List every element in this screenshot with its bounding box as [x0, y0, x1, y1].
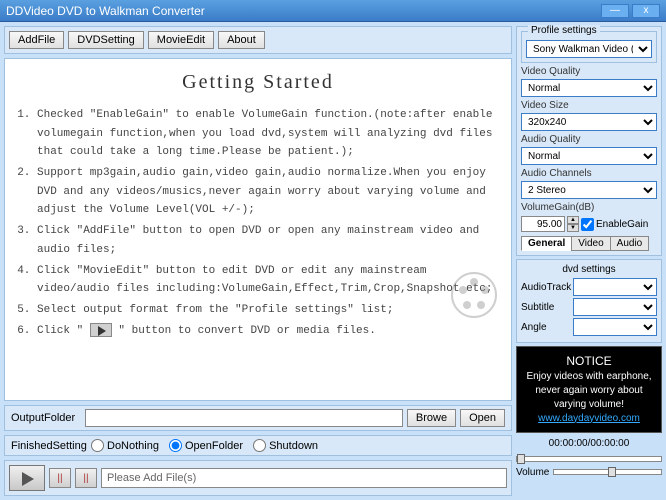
notice-url[interactable]: www.daydayvideo.com: [521, 412, 657, 426]
play-icon: [90, 323, 112, 337]
profile-legend: Profile settings: [528, 25, 600, 36]
status-text: Please Add File(s): [101, 468, 507, 488]
film-reel-icon: [449, 270, 499, 320]
output-folder-row: OutputFolder Browe Open: [4, 405, 512, 431]
content-heading: Getting Started: [19, 71, 497, 94]
open-button[interactable]: Open: [460, 409, 505, 427]
tab-audio[interactable]: Audio: [610, 236, 650, 251]
time-display: 00:00:00/00:00:00: [516, 436, 662, 451]
notice-box: NOTICE Enjoy videos with earphone, never…: [516, 346, 662, 433]
dvd-settings-panel: dvd settings AudioTrack Subtitle Angle: [516, 259, 662, 343]
audio-quality-select[interactable]: Normal: [521, 147, 657, 165]
openfolder-radio[interactable]: [169, 439, 182, 452]
audiotrack-label: AudioTrack: [521, 282, 573, 293]
minimize-button[interactable]: —: [601, 4, 629, 18]
addfile-button[interactable]: AddFile: [9, 31, 64, 49]
titlebar: DDVideo DVD to Walkman Converter — x: [0, 0, 666, 22]
seek-slider[interactable]: [516, 456, 662, 462]
audio-channels-select[interactable]: 2 Stereo: [521, 181, 657, 199]
subtitle-label: Subtitle: [521, 302, 573, 313]
profile-select[interactable]: Sony Walkman Video (*.mp4): [526, 40, 652, 58]
volume-slider[interactable]: [553, 469, 662, 475]
window-title: DDVideo DVD to Walkman Converter: [6, 4, 598, 18]
step-item: Click "AddFile" button to open DVD or op…: [37, 222, 497, 259]
video-size-label: Video Size: [521, 100, 657, 111]
audiotrack-select[interactable]: [573, 278, 657, 296]
stop-button[interactable]: ||: [75, 468, 97, 488]
profile-settings-panel: Profile settings Sony Walkman Video (*.m…: [516, 26, 662, 256]
audio-quality-label: Audio Quality: [521, 134, 657, 145]
browse-button[interactable]: Browe: [407, 409, 456, 427]
step-item: Click " " button to convert DVD or media…: [37, 322, 497, 341]
step-item: Support mp3gain,audio gain,video gain,au…: [37, 164, 497, 220]
volume-gain-input[interactable]: [521, 216, 565, 232]
dvd-settings-legend: dvd settings: [521, 264, 657, 275]
step-item: Checked "EnableGain" to enable VolumeGai…: [37, 106, 497, 162]
close-button[interactable]: x: [632, 4, 660, 18]
main-toolbar: AddFile DVDSetting MovieEdit About: [4, 26, 512, 54]
audio-channels-label: Audio Channels: [521, 168, 657, 179]
volume-label: Volume: [516, 467, 549, 478]
video-quality-select[interactable]: Normal: [521, 79, 657, 97]
movieedit-button[interactable]: MovieEdit: [148, 31, 214, 49]
finished-setting-label: FinishedSetting: [11, 440, 81, 452]
shutdown-radio[interactable]: [253, 439, 266, 452]
content-pane: Getting Started Checked "EnableGain" to …: [4, 58, 512, 401]
enable-gain-checkbox[interactable]: [581, 218, 594, 231]
tab-general[interactable]: General: [521, 236, 572, 251]
video-quality-label: Video Quality: [521, 66, 657, 77]
donothing-radio[interactable]: [91, 439, 104, 452]
dvdsetting-button[interactable]: DVDSetting: [68, 31, 143, 49]
pause-button[interactable]: ||: [49, 468, 71, 488]
step-item: Click "MovieEdit" button to edit DVD or …: [37, 262, 497, 299]
about-button[interactable]: About: [218, 31, 265, 49]
output-folder-label: OutputFolder: [11, 412, 81, 424]
angle-select[interactable]: [573, 318, 657, 336]
notice-title: NOTICE: [521, 353, 657, 370]
angle-label: Angle: [521, 322, 573, 333]
convert-play-button[interactable]: [9, 465, 45, 491]
finished-setting-row: FinishedSetting DoNothing OpenFolder Shu…: [4, 435, 512, 456]
step-item: Select output format from the "Profile s…: [37, 301, 497, 320]
bottom-bar: || || Please Add File(s): [4, 460, 512, 496]
volume-gain-spinner[interactable]: ▲▼: [567, 216, 579, 232]
volume-gain-label: VolumeGain(dB): [521, 202, 657, 213]
steps-list: Checked "EnableGain" to enable VolumeGai…: [19, 106, 497, 340]
tab-video[interactable]: Video: [571, 236, 610, 251]
video-size-select[interactable]: 320x240: [521, 113, 657, 131]
output-folder-input[interactable]: [85, 409, 403, 427]
subtitle-select[interactable]: [573, 298, 657, 316]
